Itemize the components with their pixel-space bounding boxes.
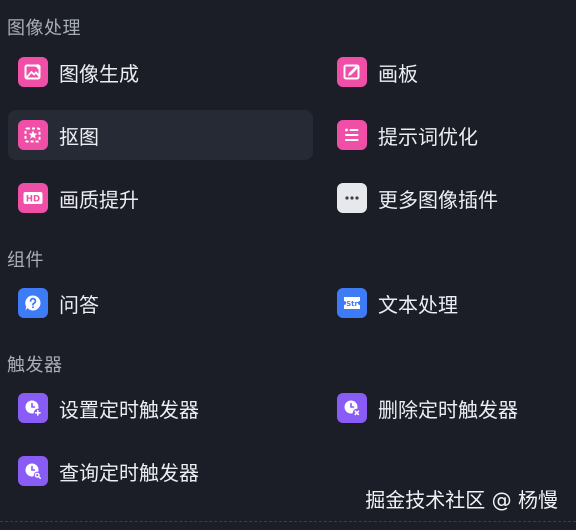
section-title-image-processing: 图像处理 — [7, 18, 81, 39]
watermark-text: 掘金技术社区 @ 杨慢 — [365, 488, 558, 512]
menu-item-quality-upscale[interactable]: HD 画质提升 — [8, 173, 313, 223]
clock-search-icon — [18, 456, 48, 486]
clock-x-icon — [337, 393, 367, 423]
section-title-components: 组件 — [7, 250, 44, 271]
image-generate-icon — [18, 57, 48, 87]
svg-text:HD: HD — [26, 195, 40, 205]
str-icon: Str — [337, 288, 367, 318]
menu-item-canvas[interactable]: 画板 — [327, 47, 567, 97]
menu-item-label: 更多图像插件 — [378, 187, 498, 212]
menu-item-label: 问答 — [59, 292, 99, 317]
menu-item-label: 文本处理 — [378, 292, 458, 317]
menu-item-label: 删除定时触发器 — [378, 397, 518, 422]
menu-item-label: 画质提升 — [59, 187, 139, 212]
menu-item-label: 查询定时触发器 — [59, 460, 199, 485]
menu-item-label: 提示词优化 — [378, 124, 478, 149]
menu-item-qa[interactable]: 问答 — [8, 278, 313, 328]
section-title-triggers: 触发器 — [7, 355, 63, 376]
clock-plus-icon — [18, 393, 48, 423]
menu-item-image-generate[interactable]: 图像生成 — [8, 47, 313, 97]
menu-item-label: 图像生成 — [59, 61, 139, 86]
menu-item-prompt-optimize[interactable]: 提示词优化 — [327, 110, 567, 160]
menu-item-text-process[interactable]: Str 文本处理 — [327, 278, 567, 328]
cutout-star-icon — [18, 120, 48, 150]
bottom-divider — [0, 521, 576, 522]
prompt-list-icon — [337, 120, 367, 150]
menu-item-label: 抠图 — [59, 124, 99, 149]
menu-item-label: 设置定时触发器 — [59, 397, 199, 422]
menu-item-delete-timer[interactable]: 删除定时触发器 — [327, 383, 567, 433]
canvas-edit-icon — [337, 57, 367, 87]
menu-item-label: 画板 — [378, 61, 418, 86]
question-icon — [18, 288, 48, 318]
menu-item-more-plugins[interactable]: 更多图像插件 — [327, 173, 567, 223]
menu-item-cutout[interactable]: 抠图 — [8, 110, 313, 160]
svg-text:Str: Str — [346, 300, 358, 308]
menu-item-set-timer[interactable]: 设置定时触发器 — [8, 383, 313, 433]
more-dots-icon — [337, 183, 367, 213]
hd-icon: HD — [18, 183, 48, 213]
menu-item-query-timer[interactable]: 查询定时触发器 — [8, 446, 313, 496]
